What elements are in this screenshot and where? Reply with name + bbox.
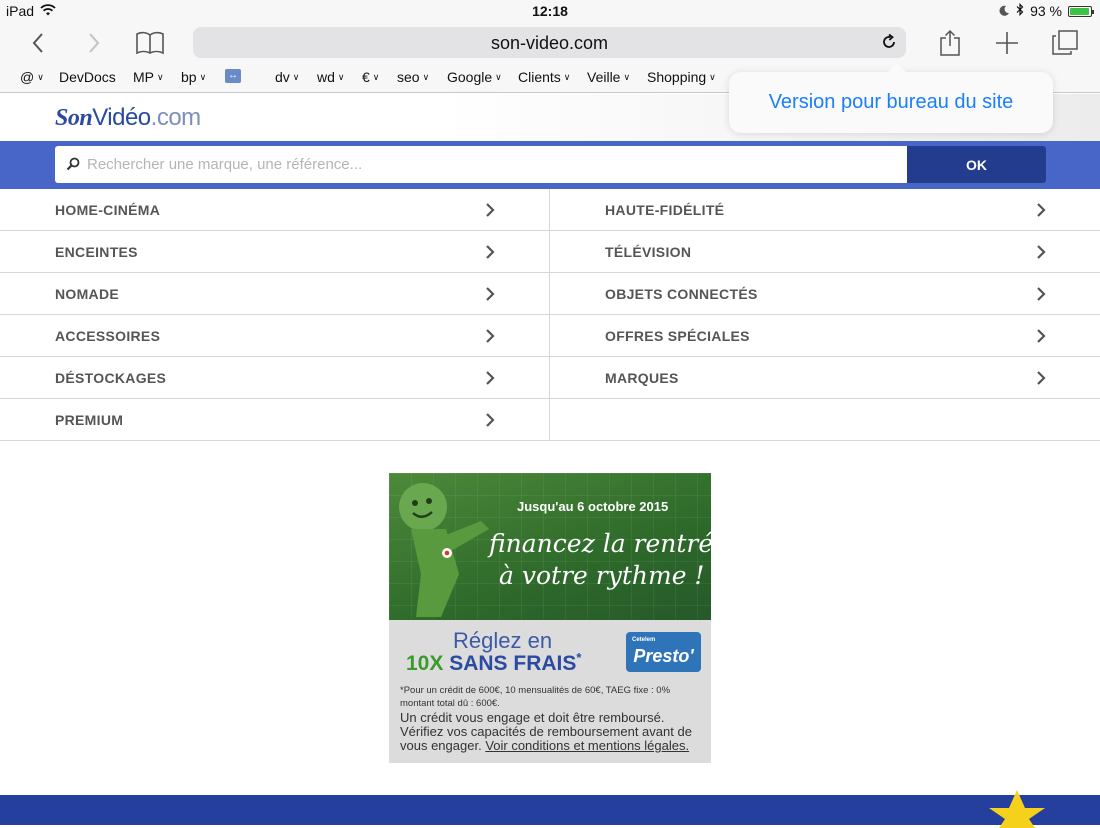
chevron-right-icon: [1037, 371, 1046, 385]
chevron-right-icon: [486, 329, 495, 343]
status-time: 12:18: [532, 3, 568, 19]
menu-item-television[interactable]: TÉLÉVISION: [550, 231, 1100, 273]
star-icon: [989, 790, 1045, 828]
favorite-bp[interactable]: bp ∨: [181, 69, 206, 85]
favorite-google[interactable]: Google ∨: [447, 69, 502, 85]
back-button[interactable]: [21, 26, 55, 60]
banner-legal-text: Un crédit vous engage et doit être rembo…: [400, 710, 692, 753]
search-icon: [66, 157, 80, 176]
category-menu: HOME-CINÉMA ENCEINTES NOMADE ACCESSOIRES…: [0, 189, 1100, 441]
chevron-right-icon: [1037, 287, 1046, 301]
status-bar: iPad 12:18 93 %: [0, 0, 1100, 22]
footer-band: [0, 795, 1100, 825]
menu-item-marques[interactable]: MARQUES: [550, 357, 1100, 399]
favorite-devdocs[interactable]: DevDocs: [59, 69, 116, 85]
favorite-dv[interactable]: dv ∨: [275, 69, 299, 85]
tabs-button[interactable]: [1048, 26, 1082, 60]
search-ok-button[interactable]: OK: [907, 146, 1046, 183]
menu-empty-cell: [550, 399, 1100, 441]
banner-date: Jusqu'au 6 octobre 2015: [517, 499, 669, 514]
browser-toolbar: son-video.com: [0, 22, 1100, 64]
battery-percent: 93 %: [1030, 3, 1062, 19]
mascot-illustration: [399, 483, 489, 617]
battery-icon: [1068, 5, 1094, 17]
menu-item-nomade[interactable]: NOMADE: [0, 273, 549, 315]
banner-fine-print-2: montant total dû : 600€.: [400, 698, 500, 709]
reload-button[interactable]: [880, 33, 898, 56]
search-input[interactable]: [55, 146, 907, 183]
chevron-right-icon: [486, 287, 495, 301]
desktop-site-popover: Version pour bureau du site: [729, 63, 1053, 133]
new-tab-button[interactable]: [990, 26, 1024, 60]
book-icon: [136, 31, 164, 55]
reload-icon: [883, 33, 895, 48]
banner-offer-line2: 10X SANS FRAIS*: [406, 650, 582, 675]
chevron-right-icon: [486, 371, 495, 385]
menu-item-destockages[interactable]: DÉSTOCKAGES: [0, 357, 549, 399]
promo-banner[interactable]: Jusqu'au 6 octobre 2015 financez la rent…: [389, 473, 711, 763]
forward-button[interactable]: [77, 26, 111, 60]
request-desktop-site-button[interactable]: Version pour bureau du site: [729, 91, 1053, 114]
menu-item-objets-connectes[interactable]: OBJETS CONNECTÉS: [550, 273, 1100, 315]
tabs-icon: [1052, 30, 1078, 55]
menu-item-home-cinema[interactable]: HOME-CINÉMA: [0, 189, 549, 231]
favorite-euro[interactable]: € ∨: [362, 69, 379, 85]
favorite-seo[interactable]: seo ∨: [397, 69, 429, 85]
chevron-right-icon: [486, 413, 495, 427]
favorite-at[interactable]: @ ∨: [20, 69, 44, 85]
share-button[interactable]: [933, 26, 967, 60]
bookmarks-button[interactable]: [133, 26, 167, 60]
chevron-right-icon: [1037, 203, 1046, 217]
chevron-right-icon: [89, 33, 100, 53]
share-icon: [940, 29, 960, 56]
chevron-right-icon: [1037, 329, 1046, 343]
plus-icon: [996, 32, 1018, 54]
favorite-wd[interactable]: wd ∨: [317, 69, 345, 85]
favorite-clients[interactable]: Clients ∨: [518, 69, 570, 85]
chevron-left-icon: [32, 33, 43, 53]
menu-item-offres-speciales[interactable]: OFFRES SPÉCIALES: [550, 315, 1100, 357]
chevron-right-icon: [486, 245, 495, 259]
menu-item-haute-fidelite[interactable]: HAUTE-FIDÉLITÉ: [550, 189, 1100, 231]
arrows-icon: ↔: [225, 69, 241, 83]
menu-item-premium[interactable]: PREMIUM: [0, 399, 549, 441]
search-band: OK: [0, 141, 1100, 189]
favorite-arrows[interactable]: ↔: [225, 69, 241, 83]
banner-headline-1: financez la rentrée: [489, 529, 711, 558]
banner-headline-2: à votre rythme !: [499, 561, 705, 590]
site-logo[interactable]: SonVidéo.com: [55, 104, 201, 132]
favorite-mp[interactable]: MP ∨: [133, 69, 164, 85]
address-bar[interactable]: son-video.com: [193, 27, 906, 58]
menu-item-accessoires[interactable]: ACCESSOIRES: [0, 315, 549, 357]
chevron-right-icon: [486, 203, 495, 217]
banner-fine-print-1: *Pour un crédit de 600€, 10 mensualités …: [400, 685, 671, 696]
favorite-shopping[interactable]: Shopping ∨: [647, 69, 716, 85]
banner-conditions-link[interactable]: Voir conditions et mentions légales.: [485, 738, 689, 753]
url-text: son-video.com: [490, 33, 609, 53]
bluetooth-icon: [1016, 3, 1024, 19]
chevron-right-icon: [1037, 245, 1046, 259]
moon-icon: [999, 3, 1010, 19]
favorite-veille[interactable]: Veille ∨: [587, 69, 630, 85]
menu-item-enceintes[interactable]: ENCEINTES: [0, 231, 549, 273]
presto-logo: Cetelem Presto': [626, 632, 701, 672]
